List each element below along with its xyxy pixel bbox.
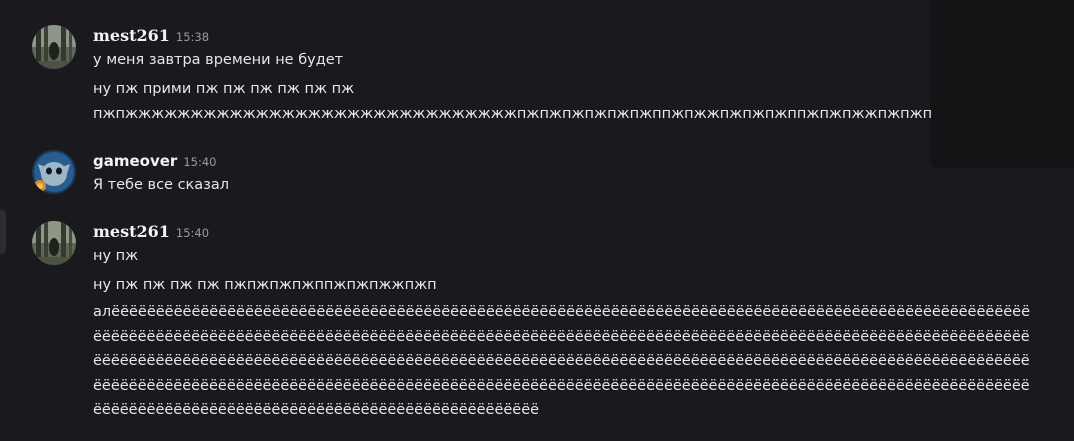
message-text: Я тебе все сказал [93, 177, 230, 193]
avatar[interactable] [32, 150, 76, 194]
message-header: mest261 15:38 [93, 26, 209, 46]
avatar-character-icon [32, 150, 76, 194]
avatar[interactable] [32, 25, 76, 69]
message-header: gameover 15:40 [93, 151, 216, 171]
timestamp[interactable]: 15:38 [176, 30, 209, 44]
avatar-forest-icon [32, 221, 76, 265]
message-text: ну пж пж пж пж пжпжпжпжппжпжпжжпжп [93, 277, 437, 293]
timestamp[interactable]: 15:40 [176, 226, 209, 240]
message-list: mest261 15:38 у меня завтра времени не бу… [0, 0, 1074, 441]
timestamp[interactable]: 15:40 [183, 155, 216, 169]
avatar-forest-icon [32, 25, 76, 69]
message-text: ну пж прими пж пж пж пж пж пж [93, 81, 355, 97]
username[interactable]: mest261 [93, 26, 170, 45]
avatar[interactable] [32, 221, 76, 265]
username[interactable]: gameover [93, 152, 177, 170]
message-header: mest261 15:40 [93, 222, 209, 242]
message-text: ну пж [93, 248, 139, 264]
message-text: пжпжжжжжжжжжжжжжжжжжжжжжжжжжжжжжжпжпжпжп… [93, 106, 933, 122]
message-text: у меня завтра времени не будет [93, 52, 344, 68]
username[interactable]: mest261 [93, 222, 170, 241]
message-text: алёёёёёёёёёёёёёёёёёёёёёёёёёёёёёёёёёёёёёё… [93, 304, 1031, 418]
